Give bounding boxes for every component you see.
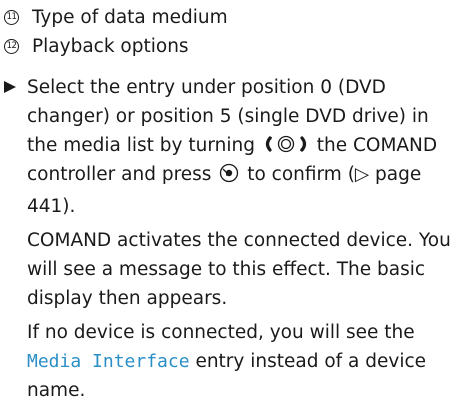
step-paragraph-3: If no device is connected, you will see … — [27, 322, 427, 401]
media-interface-label: Media Interface — [27, 351, 190, 372]
circled-number-icon: 12 — [4, 39, 19, 54]
legend-item-11: 11 Type of data medium — [4, 3, 461, 32]
step-paragraph-1: Select the entry under position 0 (DVD c… — [27, 77, 438, 217]
legend-item-12: 12 Playback options — [4, 32, 461, 61]
step-paragraph-2: COMAND activates the connected device. Y… — [27, 230, 451, 309]
instruction-step: Select the entry under position 0 (DVD c… — [4, 73, 454, 405]
step-body: Select the entry under position 0 (DVD c… — [27, 73, 454, 405]
controller-press-icon — [219, 163, 239, 192]
manual-page: 11 Type of data medium 12 Playback optio… — [0, 0, 461, 409]
triangle-bullet-icon — [4, 81, 16, 93]
controller-turn-icon — [263, 135, 309, 153]
legend-text: Playback options — [32, 36, 189, 57]
legend-text: Type of data medium — [32, 7, 228, 28]
circled-number-icon: 11 — [4, 10, 19, 25]
page-ref-arrow-icon: ▷ — [354, 164, 370, 185]
